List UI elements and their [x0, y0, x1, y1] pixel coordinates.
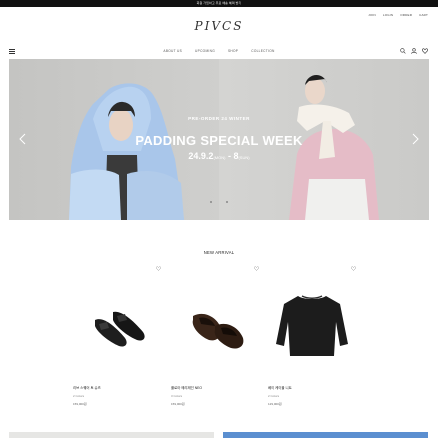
search-icon[interactable] — [400, 48, 406, 54]
main-nav: ABOUT US UPCOMING SHOP COLLECTION — [0, 47, 438, 57]
nav-item-shop[interactable]: SHOP — [228, 49, 238, 53]
join-link[interactable]: JOIN — [368, 13, 376, 17]
hero-headline: PADDING SPECIAL WEEK — [135, 133, 303, 148]
product-price: 159,000원 — [73, 402, 87, 406]
hero-banner[interactable]: PRE-ORDER 24 WINTER PADDING SPECIAL WEEK… — [9, 59, 429, 220]
product-name[interactable]: 리브 스퀘어 토 슈즈 — [73, 385, 101, 390]
login-link[interactable]: LOGIN — [383, 13, 393, 17]
header-icons — [400, 48, 428, 54]
cart-link[interactable]: CART — [419, 13, 428, 17]
promo-banner-right[interactable] — [223, 432, 428, 438]
product-colors: 2 Colors — [268, 394, 280, 398]
section-title: NEW ARRIVAL — [203, 250, 235, 255]
heart-icon[interactable] — [156, 266, 161, 271]
product-colors: 2 Colors — [73, 394, 85, 398]
hero-day-start: (MON) — [213, 155, 226, 160]
heart-icon[interactable] — [254, 266, 259, 271]
carousel-dot[interactable] — [210, 201, 212, 203]
hero-day-end: (SUN) — [238, 155, 250, 160]
heart-icon[interactable] — [351, 266, 356, 271]
carousel-indicators — [9, 201, 429, 203]
utility-links: JOIN LOGIN ORDER CART — [368, 13, 428, 17]
product-name[interactable]: 플로아 메리제인 NEO — [171, 385, 202, 390]
product-image[interactable] — [73, 278, 161, 378]
chevron-right-icon[interactable] — [411, 133, 419, 145]
carousel-dot[interactable] — [226, 201, 228, 203]
nav-item-collection[interactable]: COLLECTION — [251, 49, 274, 53]
chevron-left-icon[interactable] — [19, 133, 27, 145]
announcement-bar[interactable]: 회원 가입하고 무료 배송 혜택 받기 — [0, 0, 438, 7]
brand-logo[interactable]: PIVCS — [0, 19, 438, 33]
product-image[interactable] — [171, 278, 259, 378]
announcement-text: 회원 가입하고 무료 배송 혜택 받기 — [196, 1, 242, 5]
product-price: 129,000원 — [268, 402, 282, 406]
heart-icon[interactable] — [422, 48, 428, 54]
product-colors: 3 Colors — [171, 394, 183, 398]
nav-item-about-us[interactable]: ABOUT US — [163, 49, 182, 53]
nav-menu: ABOUT US UPCOMING SHOP COLLECTION — [0, 49, 438, 53]
nav-item-upcoming[interactable]: UPCOMING — [195, 49, 215, 53]
product-name[interactable]: 베이 케이블 니트 — [268, 385, 292, 390]
order-link[interactable]: ORDER — [400, 13, 412, 17]
hero-date-start: 24.9.2 — [188, 151, 214, 161]
hero-eyebrow: PRE-ORDER 24 WINTER — [188, 116, 250, 121]
promo-banner-left[interactable] — [9, 432, 214, 438]
product-image[interactable] — [268, 278, 356, 378]
hero-date: 24.9.2(MON) - 8(SUN) — [188, 151, 250, 161]
product-price: 159,000원 — [171, 402, 185, 406]
user-icon[interactable] — [411, 48, 417, 54]
